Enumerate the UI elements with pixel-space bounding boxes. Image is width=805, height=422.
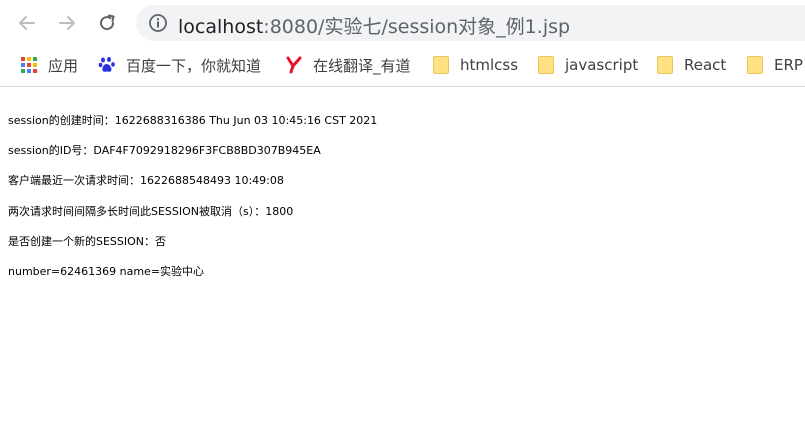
- info-icon[interactable]: [148, 13, 168, 33]
- is-new-session: 是否创建一个新的SESSION：否: [8, 235, 167, 248]
- baidu-paw-icon: [98, 56, 116, 74]
- reload-button[interactable]: [96, 12, 118, 34]
- bookmark-folder-javascript[interactable]: javascript: [537, 54, 638, 76]
- url-host: localhost: [178, 16, 264, 38]
- session-attributes: number=62461369 name=实验中心: [8, 265, 205, 278]
- last-request-time: 客户端最近一次请求时间：1622688548493 10:49:08: [8, 174, 284, 187]
- folder-icon: [656, 56, 674, 74]
- bookmark-label: React: [684, 56, 727, 74]
- arrow-left-icon: [19, 16, 35, 30]
- bookmark-label: 百度一下，你就知道: [126, 56, 262, 75]
- apps-grid-icon: [20, 56, 38, 74]
- arrow-right-icon: [59, 16, 75, 30]
- bookmark-label: ERP: [774, 56, 803, 74]
- forward-button[interactable]: [56, 12, 78, 34]
- bookmark-folder-htmlcss[interactable]: htmlcss: [432, 54, 518, 76]
- page-content: session的创建时间：1622688316386 Thu Jun 03 10…: [0, 87, 805, 422]
- bookmark-baidu[interactable]: 百度一下，你就知道: [98, 54, 261, 76]
- bookmark-apps[interactable]: 应用: [20, 54, 78, 76]
- bookmark-label: 在线翻译_有道: [313, 56, 411, 75]
- url-text[interactable]: localhost:8080/实验七/session对象_例1.jsp: [178, 12, 570, 39]
- youdao-y-icon: [285, 56, 303, 74]
- bookmark-label: javascript: [565, 56, 639, 74]
- address-bar[interactable]: localhost:8080/实验七/session对象_例1.jsp: [136, 5, 805, 41]
- browser-toolbar: localhost:8080/实验七/session对象_例1.jsp: [0, 0, 805, 46]
- session-id: session的ID号：DAF4F7092918296F3FCB8BD307B9…: [8, 144, 321, 157]
- bookmark-youdao[interactable]: 在线翻译_有道: [285, 54, 411, 76]
- bookmark-folder-erp[interactable]: ERP: [746, 54, 803, 76]
- reload-icon: [100, 14, 115, 31]
- browser-window: localhost:8080/实验七/session对象_例1.jsp 应用 百…: [0, 0, 805, 422]
- bookmark-label: 应用: [48, 56, 79, 75]
- bookmark-folder-react[interactable]: React: [656, 54, 726, 76]
- bookmarks-bar: 应用 百度一下，你就知道 在线翻译_有道 htmlcss javascript …: [0, 46, 805, 85]
- session-timeout: 两次请求时间间隔多长时间此SESSION被取消（s）：1800: [8, 205, 294, 218]
- bookmark-label: htmlcss: [460, 56, 519, 74]
- folder-icon: [537, 56, 555, 74]
- url-path: :8080/实验七/session对象_例1.jsp: [263, 16, 571, 38]
- folder-icon: [432, 56, 450, 74]
- session-creation-time: session的创建时间：1622688316386 Thu Jun 03 10…: [8, 114, 378, 127]
- folder-icon: [746, 56, 764, 74]
- back-button[interactable]: [16, 12, 38, 34]
